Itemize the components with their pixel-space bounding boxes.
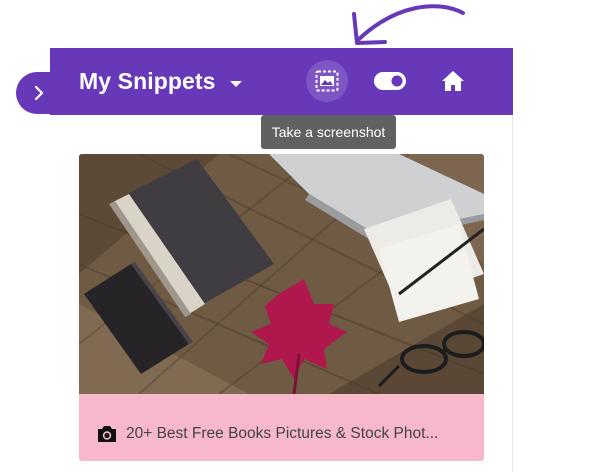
snippet-card[interactable]: 20+ Best Free Books Pictures & Stock Pho… [79,154,484,461]
camera-icon [98,425,116,442]
annotation-arrow [352,4,465,45]
snippet-thumbnail [79,154,484,394]
home-icon [442,71,464,91]
take-screenshot-button[interactable] [306,60,348,102]
card-footer: 20+ Best Free Books Pictures & Stock Pho… [79,394,484,461]
screenshot-icon [315,70,339,92]
snippet-caption[interactable]: 20+ Best Free Books Pictures & Stock Pho… [126,425,471,443]
toggle-icon [374,72,406,90]
app-toolbar: My Snippets [50,48,513,115]
caret-down-icon [229,80,242,87]
home-button[interactable] [432,60,474,102]
chevron-right-icon [34,85,44,101]
screenshot-tooltip: Take a screenshot [261,115,396,149]
snippets-dropdown[interactable]: My Snippets [79,68,243,95]
page-title: My Snippets [79,68,216,94]
toggle-switch[interactable] [369,60,411,102]
